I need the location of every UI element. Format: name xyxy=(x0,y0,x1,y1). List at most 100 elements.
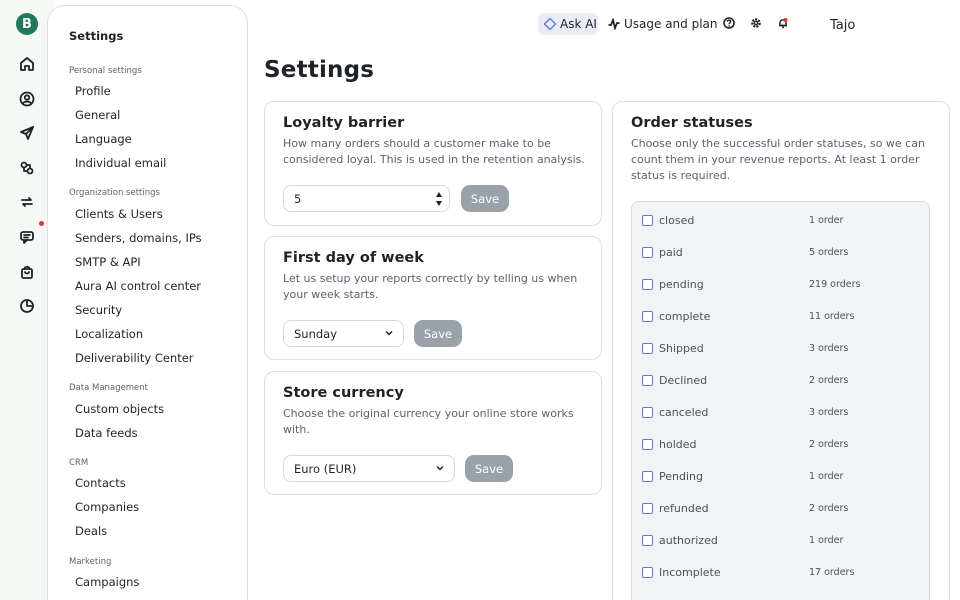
currency-save-button[interactable]: Save xyxy=(465,455,513,482)
help-icon[interactable] xyxy=(722,16,736,30)
section-organization-settings: Organization settings xyxy=(69,188,160,198)
status-row[interactable]: refunded 2 orders xyxy=(642,498,922,518)
home-icon[interactable] xyxy=(16,53,38,75)
sidebar-item-custom-objects[interactable]: Custom objects xyxy=(75,402,164,416)
contacts-icon[interactable] xyxy=(16,88,38,110)
sidebar-item-deliverability-center[interactable]: Deliverability Center xyxy=(75,351,194,365)
status-row[interactable]: paid 5 orders xyxy=(642,242,922,262)
currency-title: Store currency xyxy=(283,385,404,401)
ask-ai-label: Ask AI xyxy=(560,17,597,31)
week-save-button[interactable]: Save xyxy=(414,320,462,347)
status-count: 1 order xyxy=(809,534,844,546)
bell-icon[interactable] xyxy=(776,16,790,30)
status-count: 11 orders xyxy=(809,310,855,322)
sidebar-item-deals[interactable]: Deals xyxy=(75,524,107,538)
week-desc-line1: Let us setup your reports correctly by t… xyxy=(283,272,578,285)
status-checkbox[interactable] xyxy=(642,374,653,386)
status-name: Incomplete xyxy=(659,565,721,579)
sidebar-item-security[interactable]: Security xyxy=(75,303,122,317)
sync-icon[interactable] xyxy=(16,191,38,213)
status-row[interactable]: canceled 3 orders xyxy=(642,402,922,422)
status-row[interactable]: Incomplete 17 orders xyxy=(642,562,922,582)
section-personal-settings: Personal settings xyxy=(69,66,142,76)
sidebar-item-campaigns[interactable]: Campaigns xyxy=(75,575,139,589)
section-data-management: Data Management xyxy=(69,383,148,393)
sidebar-item-smtp-api[interactable]: SMTP & API xyxy=(75,255,141,269)
brand-logo[interactable]: B xyxy=(16,13,38,35)
gear-icon[interactable] xyxy=(749,16,763,30)
status-count: 2 orders xyxy=(809,502,849,514)
loyalty-barrier-card: Loyalty barrier How many orders should a… xyxy=(264,101,602,226)
status-name: holded xyxy=(659,437,697,451)
status-count: 5 orders xyxy=(809,246,849,258)
status-checkbox[interactable] xyxy=(642,438,653,450)
status-name: closed xyxy=(659,213,695,227)
status-row[interactable]: pending 219 orders xyxy=(642,274,922,294)
status-name: complete xyxy=(659,309,711,323)
loyalty-orders-value: 5 xyxy=(294,191,302,206)
currency-desc-line2: with. xyxy=(283,423,310,436)
week-start-select[interactable]: Sunday xyxy=(283,320,404,347)
status-checkbox[interactable] xyxy=(642,406,653,418)
analytics-pie-icon[interactable] xyxy=(16,295,38,317)
status-checkbox[interactable] xyxy=(642,470,653,482)
sidebar-item-clients-users[interactable]: Clients & Users xyxy=(75,207,163,221)
status-checkbox[interactable] xyxy=(642,502,653,514)
status-row[interactable]: Shipped 3 orders xyxy=(642,338,922,358)
week-start-value: Sunday xyxy=(294,326,338,341)
status-row[interactable]: holded 2 orders xyxy=(642,434,922,454)
chevron-down-icon xyxy=(436,465,444,471)
loyalty-save-button[interactable]: Save xyxy=(461,185,509,212)
order-status-list[interactable]: closed 1 order paid 5 orders pending 219 or… xyxy=(631,201,930,600)
sidebar-item-localization[interactable]: Localization xyxy=(75,327,143,341)
settings-sidebar: Settings Personal settings Profile Gener… xyxy=(47,5,248,600)
status-row[interactable]: closed 1 order xyxy=(642,210,922,230)
shop-icon[interactable] xyxy=(16,261,38,283)
status-row[interactable]: authorized 1 order xyxy=(642,530,922,550)
status-count: 3 orders xyxy=(809,406,849,418)
stepper-arrows-icon[interactable] xyxy=(435,190,443,208)
status-count: 2 orders xyxy=(809,374,849,386)
send-icon[interactable] xyxy=(16,122,38,144)
status-row[interactable]: Pending 1 order xyxy=(642,466,922,486)
sidebar-item-senders-domains-ips[interactable]: Senders, domains, IPs xyxy=(75,231,202,245)
user-name[interactable]: Tajo xyxy=(830,18,855,33)
icon-rail: B xyxy=(0,0,54,600)
status-checkbox[interactable] xyxy=(642,214,653,226)
status-name: Pending xyxy=(659,469,703,483)
sidebar-title: Settings xyxy=(69,29,124,43)
currency-desc-line1: Choose the original currency your online… xyxy=(283,407,574,420)
sidebar-item-individual-email[interactable]: Individual email xyxy=(75,156,166,170)
ask-ai-button[interactable]: Ask AI xyxy=(538,13,598,35)
status-checkbox[interactable] xyxy=(642,534,653,546)
sidebar-item-contacts[interactable]: Contacts xyxy=(75,476,126,490)
statuses-desc-line2: count them in your revenue reports. At l… xyxy=(631,153,920,166)
loyalty-title: Loyalty barrier xyxy=(283,115,405,131)
status-checkbox[interactable] xyxy=(642,278,653,290)
sidebar-item-language[interactable]: Language xyxy=(75,132,132,146)
sidebar-item-profile[interactable]: Profile xyxy=(75,84,111,98)
status-checkbox[interactable] xyxy=(642,342,653,354)
automation-icon[interactable] xyxy=(16,157,38,179)
status-checkbox[interactable] xyxy=(642,246,653,258)
usage-plan-button[interactable]: Usage and plan xyxy=(608,13,718,35)
week-desc-line2: your week starts. xyxy=(283,288,379,301)
status-row[interactable]: complete 11 orders xyxy=(642,306,922,326)
loyalty-orders-input[interactable]: 5 xyxy=(283,185,450,212)
status-name: pending xyxy=(659,277,704,291)
status-name: authorized xyxy=(659,533,718,547)
sidebar-item-data-feeds[interactable]: Data feeds xyxy=(75,426,138,440)
status-name: Declined xyxy=(659,373,708,387)
pulse-icon xyxy=(608,18,620,30)
status-checkbox[interactable] xyxy=(642,566,653,578)
sidebar-item-general[interactable]: General xyxy=(75,108,120,122)
currency-select[interactable]: Euro (EUR) xyxy=(283,455,455,482)
sidebar-item-companies[interactable]: Companies xyxy=(75,500,139,514)
section-crm: CRM xyxy=(69,458,89,468)
status-row[interactable]: Declined 2 orders xyxy=(642,370,922,390)
sidebar-item-aura-ai[interactable]: Aura AI control center xyxy=(75,279,201,293)
statuses-desc-line1: Choose only the successful order statuse… xyxy=(631,137,925,150)
status-count: 219 orders xyxy=(809,278,861,290)
conversations-icon[interactable] xyxy=(16,226,38,248)
status-checkbox[interactable] xyxy=(642,310,653,322)
